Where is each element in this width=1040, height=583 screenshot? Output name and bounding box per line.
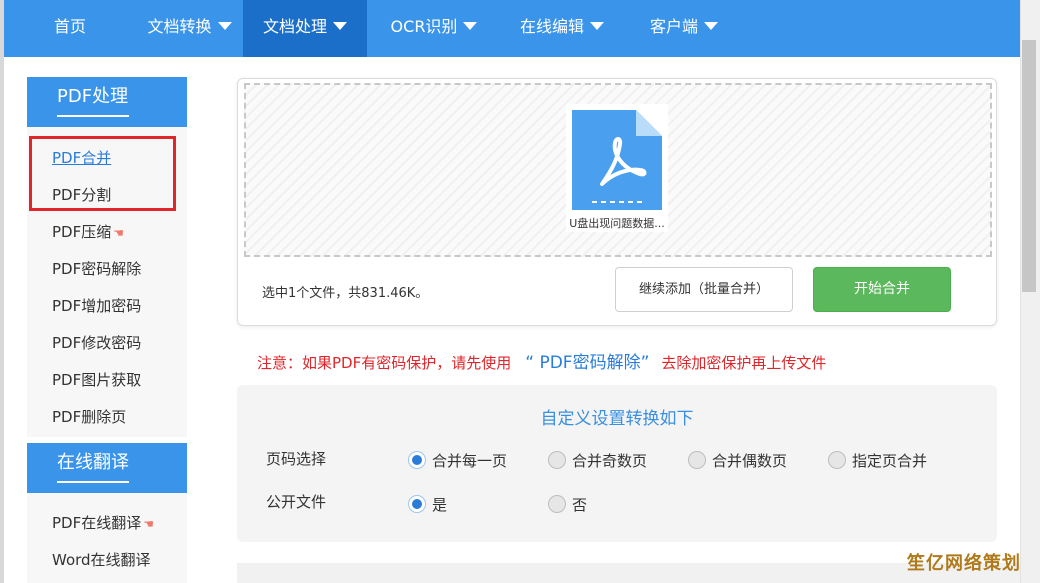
notice-text: 注意：如果PDF有密码保护，请先使用 <box>257 354 512 372</box>
sidebar-item-label: PDF压缩 <box>52 223 112 241</box>
bottom-info-strip <box>237 563 1020 583</box>
sidebar-item-pdf-change-password[interactable]: PDF修改密码 <box>52 332 141 353</box>
radio-label: 否 <box>572 496 588 514</box>
caret-down-icon <box>704 22 718 30</box>
radio-merge-even-pages[interactable]: 合并偶数页 <box>688 450 787 471</box>
radio-unchecked-icon <box>548 450 566 469</box>
radio-merge-odd-pages[interactable]: 合并奇数页 <box>548 450 647 471</box>
sidebar-item-label: PDF修改密码 <box>52 334 142 352</box>
watermark: 笙亿网络策划 <box>907 553 1021 574</box>
sidebar-item-label: PDF增加密码 <box>52 297 142 315</box>
sidebar-item-pdf-delete-pages[interactable]: PDF删除页 <box>52 406 126 427</box>
nav-client[interactable]: 客户端 <box>623 0 745 57</box>
radio-checked-icon <box>408 494 426 513</box>
radio-label: 指定页合并 <box>852 452 928 470</box>
caret-down-icon <box>590 22 604 30</box>
sidebar-item-pdf-translate[interactable]: PDF在线翻译 ☚ <box>52 512 154 533</box>
hand-pointer-icon: ☚ <box>143 517 154 531</box>
settings-title: 自定义设置转换如下 <box>540 409 694 429</box>
file-summary: 选中1个文件，共831.46K。 <box>262 286 429 301</box>
file-name: U盘出现问题数据... <box>569 217 665 230</box>
window-frame-left <box>0 0 4 583</box>
radio-public-yes[interactable]: 是 <box>408 494 447 515</box>
radio-checked-icon <box>408 450 426 469</box>
radio-label: 合并每一页 <box>432 452 508 470</box>
sidebar-item-pdf-unlock[interactable]: PDF密码解除 <box>52 258 141 279</box>
radio-merge-every-page[interactable]: 合并每一页 <box>408 450 507 471</box>
sidebar-item-label: PDF密码解除 <box>52 260 142 278</box>
caret-down-icon <box>333 22 347 30</box>
radio-merge-specific-pages[interactable]: 指定页合并 <box>828 450 927 471</box>
nav-client-label: 客户端 <box>649 17 698 36</box>
sidebar-heading-translate-label: 在线翻译 <box>57 452 129 473</box>
notice-text-end: 去除加密保护再上传文件 <box>661 354 827 372</box>
radio-label: 合并偶数页 <box>712 452 788 470</box>
sidebar-item-label: PDF图片获取 <box>52 371 142 389</box>
nav-online-edit-label: 在线编辑 <box>519 17 584 36</box>
nav-doc-process[interactable]: 文档处理 <box>243 0 367 57</box>
nav-ocr[interactable]: OCR识别 <box>367 0 501 57</box>
radio-label: 合并奇数页 <box>572 452 648 470</box>
nav-home-label: 首页 <box>53 17 86 36</box>
sidebar-item-pdf-compress[interactable]: PDF压缩 ☚ <box>52 221 124 242</box>
add-more-files-button[interactable]: 继续添加（批量合并） <box>615 267 793 312</box>
nav-doc-convert-label: 文档转换 <box>147 17 212 36</box>
hand-pointer-icon: ☚ <box>113 226 124 240</box>
sidebar-heading-translate: 在线翻译 <box>27 443 187 493</box>
sidebar-heading-pdf-label: PDF处理 <box>57 86 129 107</box>
pdf-unlock-link[interactable]: “ PDF密码解除” <box>525 353 649 373</box>
sidebar-item-pdf-extract-images[interactable]: PDF图片获取 <box>52 369 141 390</box>
password-notice: 注意：如果PDF有密码保护，请先使用 “ PDF密码解除” 去除加密保护再上传文件 <box>257 348 826 373</box>
nav-doc-process-label: 文档处理 <box>262 17 327 36</box>
pdf-file-icon <box>572 110 662 210</box>
radio-label: 是 <box>432 496 448 514</box>
nav-doc-convert[interactable]: 文档转换 <box>136 0 243 57</box>
sidebar-item-label: Word在线翻译 <box>52 551 151 569</box>
sidebar-item-pdf-add-password[interactable]: PDF增加密码 <box>52 295 141 316</box>
uploaded-file-card[interactable] <box>566 104 668 232</box>
sidebar-translate-list: PDF在线翻译 ☚ Word在线翻译 <box>27 493 187 583</box>
radio-public-no[interactable]: 否 <box>548 494 587 515</box>
radio-unchecked-icon <box>688 450 706 469</box>
nav-online-edit[interactable]: 在线编辑 <box>501 0 623 57</box>
nav-home[interactable]: 首页 <box>4 0 136 57</box>
nav-ocr-label: OCR识别 <box>390 17 458 36</box>
sidebar-item-label: PDF删除页 <box>52 408 127 426</box>
highlight-box <box>29 136 176 211</box>
public-file-label: 公开文件 <box>266 493 327 511</box>
radio-unchecked-icon <box>828 450 846 469</box>
sidebar-heading-pdf: PDF处理 <box>27 77 187 127</box>
sidebar-item-word-translate[interactable]: Word在线翻译 <box>52 549 151 570</box>
scrollbar-thumb[interactable] <box>1022 40 1036 292</box>
caret-down-icon <box>463 22 478 30</box>
start-merge-button[interactable]: 开始合并 <box>813 267 951 312</box>
top-navigation: 首页 文档转换 文档处理 OCR识别 在线编辑 客户端 <box>4 0 1020 57</box>
sidebar-item-label: PDF在线翻译 <box>52 514 142 532</box>
page-select-label: 页码选择 <box>266 450 327 468</box>
radio-unchecked-icon <box>548 494 566 513</box>
caret-down-icon <box>217 22 232 30</box>
